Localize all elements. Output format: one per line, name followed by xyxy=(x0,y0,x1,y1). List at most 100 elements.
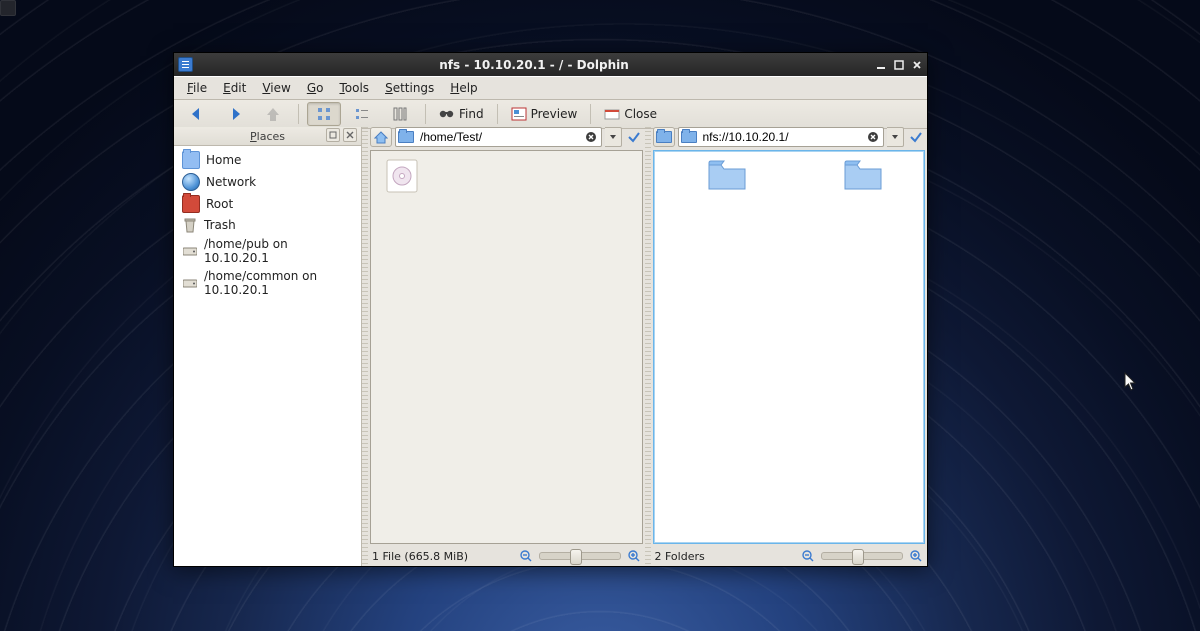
sidebar-item-trash[interactable]: Trash xyxy=(174,215,361,235)
columns-view-button[interactable] xyxy=(383,102,417,126)
location-apply[interactable] xyxy=(907,127,925,147)
drive-icon xyxy=(182,243,198,259)
file-view-left[interactable] xyxy=(370,150,643,544)
preview-button[interactable]: Preview xyxy=(506,102,583,126)
maximize-button[interactable] xyxy=(893,59,905,71)
close-button[interactable] xyxy=(911,59,923,71)
zoom-slider-right[interactable] xyxy=(821,552,903,560)
location-apply[interactable] xyxy=(625,127,643,147)
forward-button[interactable] xyxy=(218,102,252,126)
menu-edit[interactable]: Edit xyxy=(216,79,253,97)
sidebar-item-network[interactable]: Network xyxy=(174,171,361,193)
up-button[interactable] xyxy=(256,102,290,126)
menubar: File Edit View Go Tools Settings Help xyxy=(174,76,927,100)
location-bar-left xyxy=(370,127,643,147)
zoom-in-icon[interactable] xyxy=(909,549,923,563)
pane-right: 2 Folders xyxy=(653,127,926,566)
folder-icon xyxy=(182,151,200,169)
clear-button[interactable] xyxy=(866,130,880,144)
app-icon xyxy=(178,57,193,72)
home-button[interactable] xyxy=(370,127,392,147)
binoculars-icon xyxy=(439,107,455,121)
places-close-button[interactable] xyxy=(343,128,357,142)
menu-go[interactable]: Go xyxy=(300,79,331,97)
pane-splitter[interactable] xyxy=(645,127,651,566)
sidebar-item-label: Trash xyxy=(204,218,236,232)
location-field-left[interactable] xyxy=(395,127,602,147)
zoom-out-icon[interactable] xyxy=(519,549,533,563)
location-history-dropdown[interactable] xyxy=(887,127,904,147)
folder-item[interactable] xyxy=(840,159,886,191)
cursor-icon xyxy=(1124,372,1138,392)
preview-label: Preview xyxy=(531,107,578,121)
trash-icon xyxy=(182,217,198,233)
icons-view-button[interactable] xyxy=(307,102,341,126)
toolbar-separator xyxy=(298,104,299,124)
sidebar-item-root[interactable]: Root xyxy=(174,193,361,215)
file-item-iso[interactable] xyxy=(379,159,425,193)
toolbar-separator xyxy=(497,104,498,124)
minimize-button[interactable] xyxy=(875,59,887,71)
zoom-slider-left[interactable] xyxy=(539,552,621,560)
check-icon xyxy=(627,130,641,144)
location-bar-right xyxy=(653,127,926,147)
sidebar-item-label: /home/pub on 10.10.20.1 xyxy=(204,237,355,265)
window-title: nfs - 10.10.20.1 - / - Dolphin xyxy=(199,58,869,72)
sidebar-item-label: Home xyxy=(206,153,241,167)
back-button[interactable] xyxy=(180,102,214,126)
home-button[interactable] xyxy=(653,127,675,147)
location-history-dropdown[interactable] xyxy=(605,127,622,147)
globe-icon xyxy=(182,173,200,191)
find-label: Find xyxy=(459,107,484,121)
location-input-left[interactable] xyxy=(418,129,584,145)
close-label: Close xyxy=(624,107,657,121)
folder-icon xyxy=(398,131,414,143)
home-icon xyxy=(374,130,388,144)
disc-icon xyxy=(385,159,419,193)
clear-button[interactable] xyxy=(584,130,598,144)
folder-icon xyxy=(681,131,697,143)
status-bar-right: 2 Folders xyxy=(653,544,926,566)
drive-icon xyxy=(182,275,198,291)
sidebar-item-mount-common[interactable]: /home/common on 10.10.20.1 xyxy=(174,267,361,299)
window-titlebar[interactable]: nfs - 10.10.20.1 - / - Dolphin xyxy=(174,53,927,76)
menu-tools[interactable]: Tools xyxy=(332,79,376,97)
places-list: Home Network Root Trash /home/pub on 10.… xyxy=(174,146,361,302)
zoom-out-icon[interactable] xyxy=(801,549,815,563)
close-pane-icon xyxy=(604,107,620,121)
main-area: Places Home Network Root Trash /home/pub… xyxy=(174,127,927,566)
check-icon xyxy=(909,130,923,144)
folder-icon xyxy=(707,159,747,191)
split-panes: 1 File (665.8 MiB) xyxy=(368,127,927,566)
dolphin-window: nfs - 10.10.20.1 - / - Dolphin File Edit… xyxy=(173,52,928,567)
root-folder-icon xyxy=(182,195,200,213)
toolbar: Find Preview Close xyxy=(174,100,927,129)
places-detach-button[interactable] xyxy=(326,128,340,142)
sidebar-item-home[interactable]: Home xyxy=(174,149,361,171)
preview-icon xyxy=(511,107,527,121)
sidebar-item-label: Root xyxy=(206,197,233,211)
menu-file[interactable]: File xyxy=(180,79,214,97)
status-text-left: 1 File (665.8 MiB) xyxy=(372,550,513,563)
status-text-right: 2 Folders xyxy=(655,550,796,563)
pane-left: 1 File (665.8 MiB) xyxy=(370,127,643,566)
close-pane-button[interactable]: Close xyxy=(599,102,662,126)
menu-settings[interactable]: Settings xyxy=(378,79,441,97)
zoom-in-icon[interactable] xyxy=(627,549,641,563)
location-field-right[interactable] xyxy=(678,127,885,147)
places-header: Places xyxy=(174,127,361,146)
file-view-right[interactable] xyxy=(653,150,926,544)
folder-icon xyxy=(843,159,883,191)
sidebar-item-label: /home/common on 10.10.20.1 xyxy=(204,269,355,297)
toolbar-separator xyxy=(425,104,426,124)
places-sidebar: Places Home Network Root Trash /home/pub… xyxy=(174,127,362,566)
sidebar-item-mount-pub[interactable]: /home/pub on 10.10.20.1 xyxy=(174,235,361,267)
desktop-panel-corner xyxy=(0,0,16,16)
menu-view[interactable]: View xyxy=(255,79,297,97)
folder-item[interactable] xyxy=(704,159,750,191)
details-view-button[interactable] xyxy=(345,102,379,126)
location-input-right[interactable] xyxy=(701,129,867,145)
menu-help[interactable]: Help xyxy=(443,79,484,97)
folder-icon xyxy=(656,131,672,143)
find-button[interactable]: Find xyxy=(434,102,489,126)
